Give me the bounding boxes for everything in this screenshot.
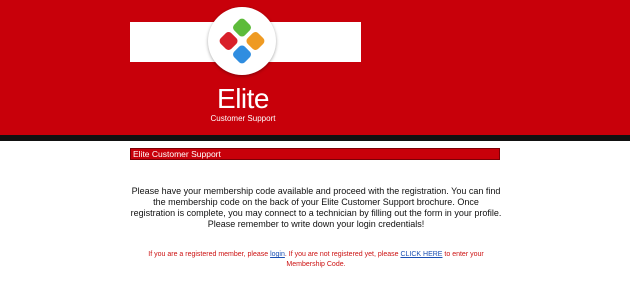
logo-petal-orange (246, 32, 265, 50)
header: Elite Customer Support (0, 0, 630, 135)
logo-title: Elite (217, 83, 269, 114)
login-link[interactable]: login (270, 251, 285, 258)
intro-text: Please have your membership code availab… (130, 186, 502, 229)
click-here-link[interactable]: CLICK HERE (400, 251, 442, 258)
section-title-bar: Elite Customer Support (130, 148, 500, 160)
logo-subtitle: Customer Support (210, 114, 276, 123)
four-petal-logo-icon (219, 18, 265, 64)
registration-notice: If you are a registered member, please l… (130, 250, 502, 270)
notice-text-2: . If you are not registered yet, please (284, 251, 401, 258)
logo-petal-blue (233, 45, 251, 64)
logo-petal-red (219, 32, 238, 50)
header-divider (0, 135, 630, 141)
section-title: Elite Customer Support (133, 149, 221, 159)
logo (208, 7, 276, 75)
page: Elite Customer Support Elite Customer Su… (0, 0, 630, 285)
notice-text-1: If you are a registered member, please (148, 251, 271, 258)
logo-petal-green (233, 18, 251, 37)
